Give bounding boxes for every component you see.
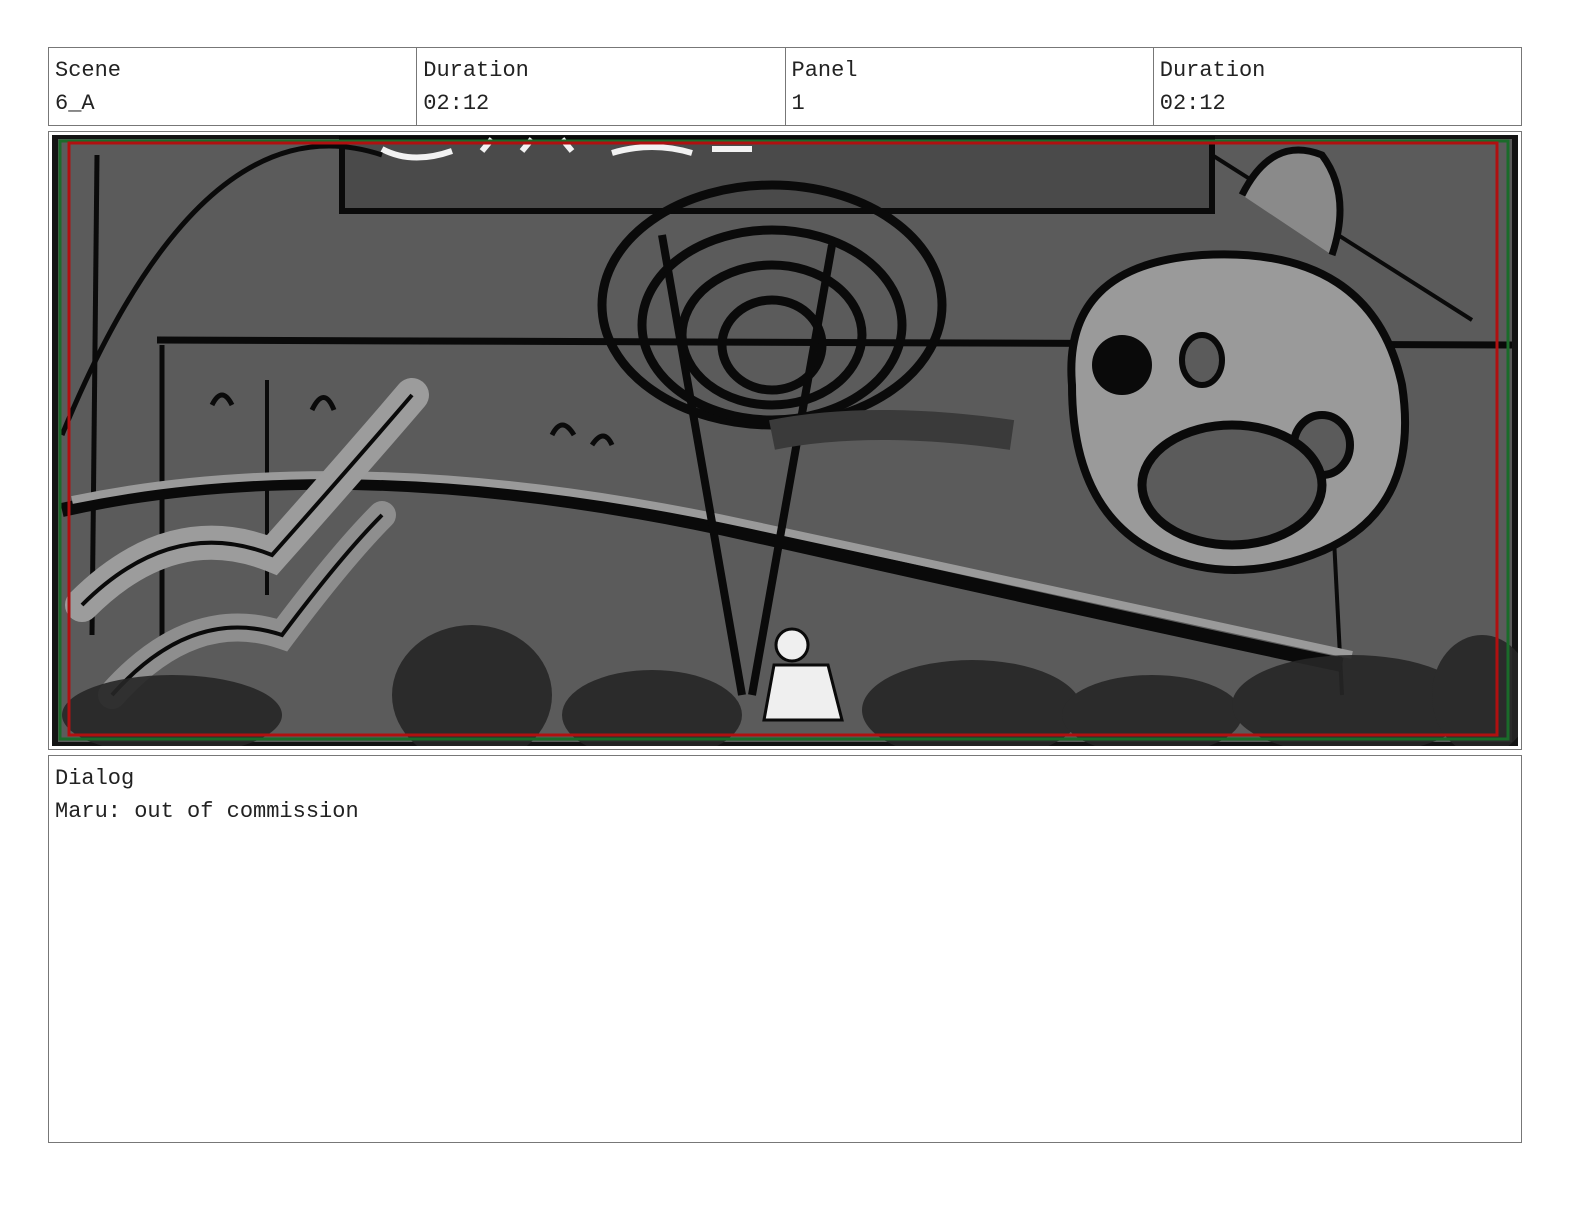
scene-duration-cell: Duration 02:12 [417, 48, 786, 125]
storyboard-panel-frame [48, 131, 1522, 750]
scene-label: Scene [55, 58, 122, 83]
panel-label: Panel [791, 58, 858, 83]
panel-cell: Panel 1 [786, 48, 1154, 125]
storyboard-header: Scene 6_A Duration 02:12 Panel 1 Duratio… [48, 47, 1522, 126]
panel-duration-value: 02:12 [1159, 91, 1226, 116]
dialog-text: Maru: out of commission [55, 799, 359, 824]
scene-cell: Scene 6_A [49, 48, 418, 125]
panel-duration-label: Duration [1159, 58, 1266, 83]
panel-value: 1 [791, 91, 805, 116]
scene-duration-value: 02:12 [423, 91, 490, 116]
dialog-label: Dialog [55, 766, 135, 791]
panel-duration-cell: Duration 02:12 [1154, 48, 1521, 125]
storyboard-sketch-image [52, 135, 1518, 746]
dialog-box: Dialog Maru: out of commission [48, 755, 1522, 1143]
scene-duration-label: Duration [423, 58, 529, 83]
scene-value: 6_A [55, 91, 95, 116]
